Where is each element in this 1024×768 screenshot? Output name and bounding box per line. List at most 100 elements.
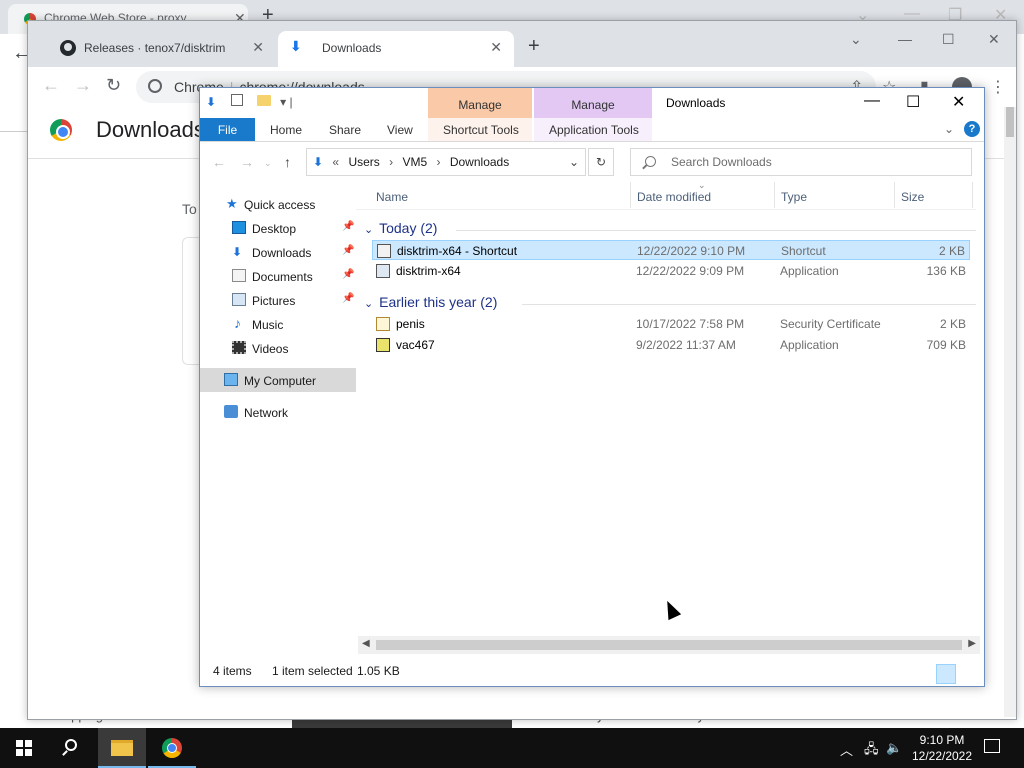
tab-application-tools[interactable]: Application Tools [549,123,639,137]
notification-icon[interactable] [984,739,1000,753]
nav-videos[interactable]: Videos [200,336,356,360]
taskbar-chrome[interactable] [148,728,196,768]
tab-view[interactable]: View [387,123,413,137]
network-icon[interactable]: 🖧 [864,740,879,762]
qat-separator: | [289,95,293,109]
tab-downloads[interactable]: ⬇ Downloads ✕ [278,31,514,67]
downloads-date-heading: To [182,201,197,217]
nav-label: Pictures [252,294,296,308]
address-bar[interactable]: ⬇ « Users › VM5 › Downloads ⌄ [306,148,586,176]
volume-icon[interactable]: 🔈 [886,740,902,756]
reload-icon[interactable]: ↻ [106,75,121,96]
file-date: 12/22/2022 9:10 PM [637,244,746,258]
breadcrumb-downloads[interactable]: Downloads [450,155,509,169]
nav-label: Videos [252,342,289,356]
nav-quick-access[interactable]: ★ Quick access [200,192,356,216]
scrollbar-thumb[interactable] [376,640,962,650]
breadcrumb-users[interactable]: Users [348,155,379,169]
column-separator[interactable] [894,182,895,208]
column-type[interactable]: Type [781,190,807,204]
chevron-down-icon[interactable]: ⌄ [850,31,862,48]
forward-arrow-icon[interactable]: → [240,154,254,170]
group-header-today[interactable]: ⌄ Today (2) [364,220,437,240]
chevron-down-icon[interactable]: ▾ [280,95,286,109]
computer-icon [224,373,238,386]
column-separator[interactable] [630,182,631,208]
new-folder-icon[interactable] [256,95,271,106]
group-header-earlier-this-year[interactable]: ⌄ Earlier this year (2) [364,294,497,314]
chevron-down-icon[interactable]: ⌄ [569,155,579,169]
nav-label: Quick access [244,198,316,212]
scrollbar-thumb[interactable] [1006,107,1014,137]
horizontal-scrollbar[interactable]: ◀ ▶ [358,636,980,654]
close-icon[interactable]: ✕ [490,39,502,56]
page-scrollbar[interactable] [1004,107,1016,717]
chevron-up-icon[interactable]: ︿ [840,740,853,759]
nav-music[interactable]: ♪ Music [200,312,356,336]
taskbar-search-button[interactable] [48,728,96,768]
back-arrow-icon[interactable]: ← [42,75,60,96]
column-name[interactable]: Name [376,190,408,204]
clock-time: 9:10 PM [919,733,965,747]
column-separator[interactable] [972,182,973,208]
nav-downloads[interactable]: ⬇ Downloads 📌 [200,240,356,264]
nav-label: Music [252,318,284,332]
details-view-icon[interactable] [936,664,956,684]
background-footer-bar [292,720,512,728]
tab-file[interactable]: File [200,118,255,141]
nav-documents[interactable]: Documents 📌 [200,264,356,288]
file-row-vac467[interactable]: vac467 9/2/2022 11:37 AM Application 709… [372,335,970,355]
column-size[interactable]: Size [901,190,924,204]
search-input[interactable]: Search Downloads [630,148,972,176]
close-icon[interactable]: ✕ [952,92,965,112]
help-icon[interactable]: ? [964,121,980,137]
taskbar-file-explorer[interactable] [98,728,146,768]
close-icon[interactable]: ✕ [988,31,1000,48]
forward-arrow-icon[interactable]: → [74,75,92,96]
large-icons-view-icon[interactable] [958,664,978,684]
network-icon [224,405,238,418]
tab-shortcut-tools[interactable]: Shortcut Tools [443,123,519,137]
download-icon: ⬇ [290,38,302,54]
nav-network[interactable]: Network [200,400,356,424]
chrome-page-icon [148,79,162,93]
pin-icon: 📌 [342,293,355,304]
maximize-icon[interactable]: ☐ [942,31,955,48]
nav-label: Network [244,406,289,420]
start-button[interactable] [0,728,48,768]
pin-icon: 📌 [342,269,355,280]
menu-icon[interactable]: ⋮ [990,77,1006,97]
maximize-icon[interactable]: ☐ [906,92,920,112]
up-arrow-icon[interactable]: ↑ [284,154,291,170]
group-divider [456,230,976,231]
tab-releases[interactable]: Releases · tenox7/disktrim ✕ [40,31,276,67]
breadcrumb-vm5[interactable]: VM5 [402,155,427,169]
refresh-button[interactable]: ↻ [588,148,614,176]
file-row-disktrim[interactable]: disktrim-x64 12/22/2022 9:09 PM Applicat… [372,261,970,281]
minimize-icon[interactable]: — [864,92,880,110]
chevron-down-icon[interactable]: ⌄ [944,122,954,136]
back-arrow-icon[interactable]: ← [212,154,226,170]
download-icon: ⬇ [313,155,324,169]
clock[interactable]: 9:10 PM 12/22/2022 [906,732,978,764]
file-size: 709 KB [926,338,966,352]
column-date-modified[interactable]: Date modified [637,190,711,204]
navigation-pane: ★ Quick access Desktop 📌 ⬇ Downloads 📌 D… [200,192,356,642]
minimize-icon[interactable]: — [898,31,912,47]
nav-desktop[interactable]: Desktop 📌 [200,216,356,240]
scroll-right-icon[interactable]: ▶ [968,638,976,649]
file-row-disktrim-shortcut[interactable]: disktrim-x64 - Shortcut 12/22/2022 9:10 … [372,240,970,260]
column-separator[interactable] [774,182,775,208]
new-tab-icon[interactable]: + [528,35,540,58]
scroll-left-icon[interactable]: ◀ [362,638,370,649]
nav-pictures[interactable]: Pictures 📌 [200,288,356,312]
close-icon[interactable]: ✕ [252,39,264,56]
clock-date: 12/22/2022 [911,749,973,763]
tab-home[interactable]: Home [270,123,302,137]
recent-locations-icon[interactable]: ⌄ [264,158,272,169]
file-row-penis[interactable]: penis 10/17/2022 7:58 PM Security Certif… [372,314,970,334]
properties-icon[interactable] [231,94,244,106]
nav-my-computer[interactable]: My Computer [200,368,356,392]
github-icon [60,40,76,56]
tab-share[interactable]: Share [329,123,361,137]
